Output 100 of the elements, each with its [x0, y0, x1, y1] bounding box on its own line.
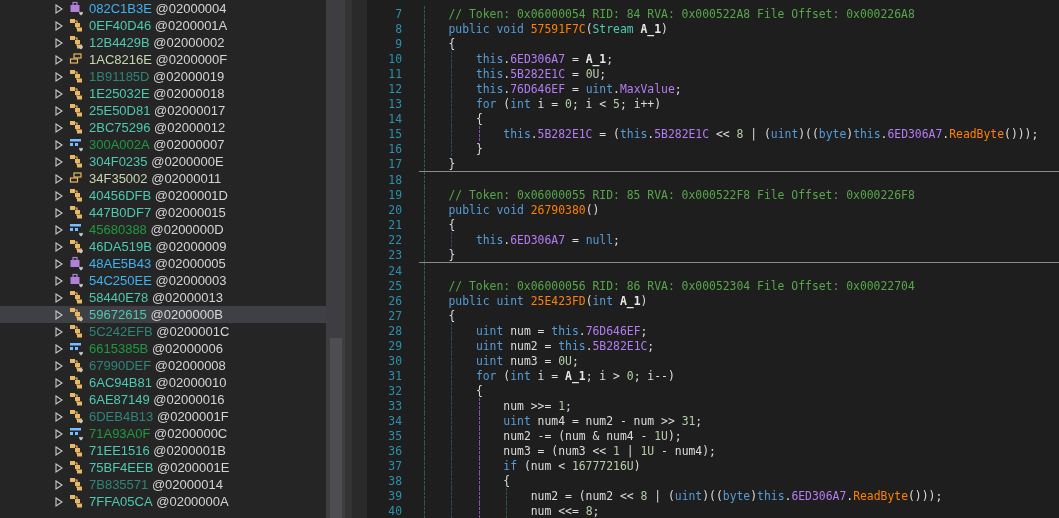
expand-icon[interactable]	[55, 258, 63, 269]
tree-item[interactable]: 71A93A0F @0200000C	[0, 425, 326, 442]
expand-icon[interactable]	[55, 20, 63, 31]
type-name: 46DA519B	[89, 239, 152, 254]
line-number: 7	[394, 6, 402, 21]
expand-icon[interactable]	[55, 224, 63, 235]
expand-icon[interactable]	[55, 71, 63, 82]
expand-icon[interactable]	[55, 54, 63, 65]
type-name: 12B4429B	[89, 35, 150, 50]
expand-icon[interactable]	[55, 275, 63, 286]
expand-icon[interactable]	[55, 105, 63, 116]
expand-icon[interactable]	[55, 343, 63, 354]
type-token: @0200001C	[155, 324, 230, 339]
type-name: 58440E78	[89, 290, 149, 305]
tree-item[interactable]: 082C1B3E @02000004	[0, 0, 326, 17]
tree-item[interactable]: 46DA519B @02000009	[0, 238, 326, 255]
expand-icon[interactable]	[55, 88, 63, 99]
type-name: 59672615	[89, 307, 147, 322]
type-token: @02000013	[150, 290, 223, 305]
class-icon	[69, 103, 84, 118]
line-number: 36	[387, 443, 402, 458]
expand-icon[interactable]	[55, 122, 63, 133]
expand-icon[interactable]	[55, 37, 63, 48]
tree-item[interactable]: 12B4429B @02000002	[0, 34, 326, 51]
tree-item[interactable]: 67990DEF @02000008	[0, 357, 326, 374]
tree-item[interactable]: 6DEB4B13 @0200001F	[0, 408, 326, 425]
expand-icon[interactable]	[55, 496, 63, 507]
type-token: @02000004	[154, 1, 227, 16]
tree-item[interactable]: 447B0DF7 @02000015	[0, 204, 326, 221]
type-token: @0200001F	[155, 409, 229, 424]
line-number: 9	[394, 36, 402, 51]
expand-icon[interactable]	[55, 156, 63, 167]
tree-item[interactable]: 6615385B @02000006	[0, 340, 326, 357]
tree-item[interactable]: 304F0235 @0200000E	[0, 153, 326, 170]
expand-icon[interactable]	[55, 309, 63, 320]
expand-icon[interactable]	[55, 3, 63, 14]
expand-icon[interactable]	[55, 292, 63, 303]
tree-item[interactable]: 25E50D81 @02000017	[0, 102, 326, 119]
line-number: 8	[394, 21, 402, 36]
tree-item[interactable]: 6AE87149 @02000016	[0, 391, 326, 408]
type-token: @02000006	[150, 341, 223, 356]
class-icon	[69, 307, 84, 322]
line-number: 16	[387, 141, 402, 156]
type-name: 25E50D81	[89, 103, 151, 118]
type-token: @0200000F	[154, 52, 228, 67]
expand-icon[interactable]	[55, 207, 63, 218]
code-line: this.5B282E1C = (this.5B282E1C << 8 | (uint)((byte)this.6ED306A7.ReadByte()));	[503, 126, 1039, 141]
type-token: @0200001A	[153, 18, 228, 33]
tree-item[interactable]: 7FFA05CA @0200000A	[0, 493, 326, 510]
tree-item[interactable]: 0EF40D46 @0200001A	[0, 17, 326, 34]
line-number: 29	[387, 338, 402, 353]
tree-item[interactable]: 59672615 @0200000B	[0, 306, 326, 323]
type-name: 1AC8216E	[89, 52, 152, 67]
line-number: 39	[387, 488, 402, 503]
scrollbar[interactable]	[326, 0, 345, 518]
tree-item[interactable]: 54C250EE @02000003	[0, 272, 326, 289]
tree-item[interactable]: 6AC94B81 @02000010	[0, 374, 326, 391]
tree-item[interactable]: 45680388 @0200000D	[0, 221, 326, 238]
tree-item[interactable]: 71EE1516 @0200001B	[0, 442, 326, 459]
tree-item[interactable]: 1E25032E @02000018	[0, 85, 326, 102]
type-token: @02000010	[154, 375, 227, 390]
class-icon	[69, 18, 84, 33]
class-icon	[69, 460, 84, 475]
expand-icon[interactable]	[55, 428, 63, 439]
tree-item[interactable]: 2BC75296 @02000012	[0, 119, 326, 136]
expand-icon[interactable]	[55, 411, 63, 422]
class-icon	[69, 375, 84, 390]
expand-icon[interactable]	[55, 445, 63, 456]
code-line: // Token: 0x06000056 RID: 86 RVA: 0x00052304 File Offset: 0x00022704	[448, 278, 915, 293]
expand-icon[interactable]	[55, 241, 63, 252]
expand-icon[interactable]	[55, 326, 63, 337]
type-name: 7FFA05CA	[89, 494, 153, 509]
expand-icon[interactable]	[55, 173, 63, 184]
tree-item[interactable]: 5C242EFB @0200001C	[0, 323, 326, 340]
type-name: 75BF4EEB	[89, 460, 154, 475]
tree-item[interactable]: 300A002A @02000007	[0, 136, 326, 153]
class-icon	[69, 120, 84, 135]
expand-icon[interactable]	[55, 394, 63, 405]
type-token: @02000005	[153, 256, 226, 271]
expand-icon[interactable]	[55, 139, 63, 150]
tree-item[interactable]: 58440E78 @02000013	[0, 289, 326, 306]
expand-icon[interactable]	[55, 190, 63, 201]
line-number: 13	[387, 96, 402, 111]
expand-icon[interactable]	[55, 360, 63, 371]
code-line: if (num < 16777216U)	[503, 458, 641, 473]
tree-item[interactable]: 40456DFB @0200001D	[0, 187, 326, 204]
expand-icon[interactable]	[55, 479, 63, 490]
class-icon	[69, 494, 84, 509]
tree-item[interactable]: 34F35002 @02000011	[0, 170, 326, 187]
class-icon	[69, 290, 84, 305]
tree-item[interactable]: 7B835571 @02000014	[0, 476, 326, 493]
tree-item[interactable]: 1B91185D @02000019	[0, 68, 326, 85]
line-number: 33	[387, 398, 402, 413]
expand-icon[interactable]	[55, 462, 63, 473]
type-name: 45680388	[89, 222, 147, 237]
tree-item[interactable]: 48AE5B43 @02000005	[0, 255, 326, 272]
expand-icon[interactable]	[55, 377, 63, 388]
tree-item[interactable]: 1AC8216E @0200000F	[0, 51, 326, 68]
line-number: 23	[387, 247, 402, 262]
tree-item[interactable]: 75BF4EEB @0200001E	[0, 459, 326, 476]
